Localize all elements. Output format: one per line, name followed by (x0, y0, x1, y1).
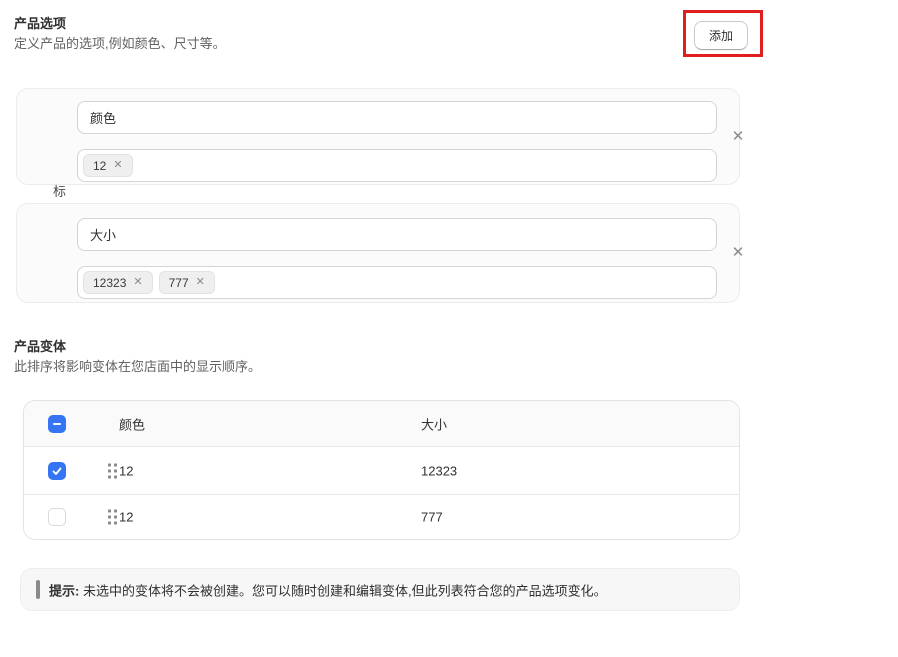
chip-remove-icon[interactable]: ✕ (113, 160, 122, 171)
tip-body: 未选中的变体将不会被创建。您可以随时创建和编辑变体,但此列表符合您的产品选项变化… (79, 583, 606, 598)
drag-handle-icon[interactable] (108, 463, 117, 478)
option-title-input[interactable] (77, 101, 717, 134)
value-chip: 12 ✕ (83, 154, 133, 177)
tip-text: 提示: 未选中的变体将不会被创建。您可以随时创建和编辑变体,但此列表符合您的产品… (49, 580, 607, 599)
remove-option-button[interactable]: ✕ (728, 126, 748, 146)
column-header: 大小 (421, 414, 447, 433)
tip-accent-bar (36, 580, 40, 599)
close-icon: ✕ (732, 245, 745, 260)
variants-table-header: 颜色 大小 (24, 401, 739, 447)
tip-banner: 提示: 未选中的变体将不会被创建。您可以随时创建和编辑变体,但此列表符合您的产品… (20, 568, 740, 611)
product-options-page: 产品选项 定义产品的选项,例如颜色、尺寸等。 添加 标题 值 12 ✕ ✕ 标题… (0, 0, 898, 657)
option-card: 标题 值 12323 ✕ 777 ✕ ✕ (16, 203, 740, 303)
row-checkbox[interactable] (48, 508, 66, 526)
cell-value: 12323 (421, 463, 457, 478)
variants-table: 颜色 大小 12 12323 12 777 (23, 400, 740, 540)
chip-text: 12 (93, 159, 106, 173)
add-option-button[interactable]: 添加 (694, 21, 748, 50)
chip-remove-icon[interactable]: ✕ (133, 277, 142, 288)
close-icon: ✕ (732, 129, 745, 144)
option-card: 标题 值 12 ✕ ✕ (16, 88, 740, 185)
option-values-input[interactable]: 12 ✕ (77, 149, 717, 182)
table-row[interactable]: 12 12323 (24, 447, 739, 495)
cell-value: 12 (119, 463, 133, 478)
variants-section-subtitle: 此排序将影响变体在您店面中的显示顺序。 (14, 358, 261, 376)
checkmark-icon (51, 465, 63, 477)
chip-text: 12323 (93, 276, 126, 290)
select-all-checkbox[interactable] (48, 415, 66, 433)
row-checkbox[interactable] (48, 462, 66, 480)
option-title-input[interactable] (77, 218, 717, 251)
tip-label: 提示: (49, 583, 79, 598)
options-section-title: 产品选项 (14, 15, 66, 33)
cell-value: 12 (119, 510, 133, 525)
value-chip: 12323 ✕ (83, 271, 153, 294)
option-values-input[interactable]: 12323 ✕ 777 ✕ (77, 266, 717, 299)
chip-remove-icon[interactable]: ✕ (196, 277, 205, 288)
chip-text: 777 (169, 276, 189, 290)
column-header: 颜色 (119, 414, 145, 433)
options-section-subtitle: 定义产品的选项,例如颜色、尺寸等。 (14, 35, 226, 53)
drag-handle-icon[interactable] (108, 510, 117, 525)
table-row[interactable]: 12 777 (24, 495, 739, 539)
cell-value: 777 (421, 510, 443, 525)
value-chip: 777 ✕ (159, 271, 215, 294)
indeterminate-minus-icon (51, 418, 63, 430)
variants-section-title: 产品变体 (14, 338, 66, 356)
remove-option-button[interactable]: ✕ (728, 242, 748, 262)
